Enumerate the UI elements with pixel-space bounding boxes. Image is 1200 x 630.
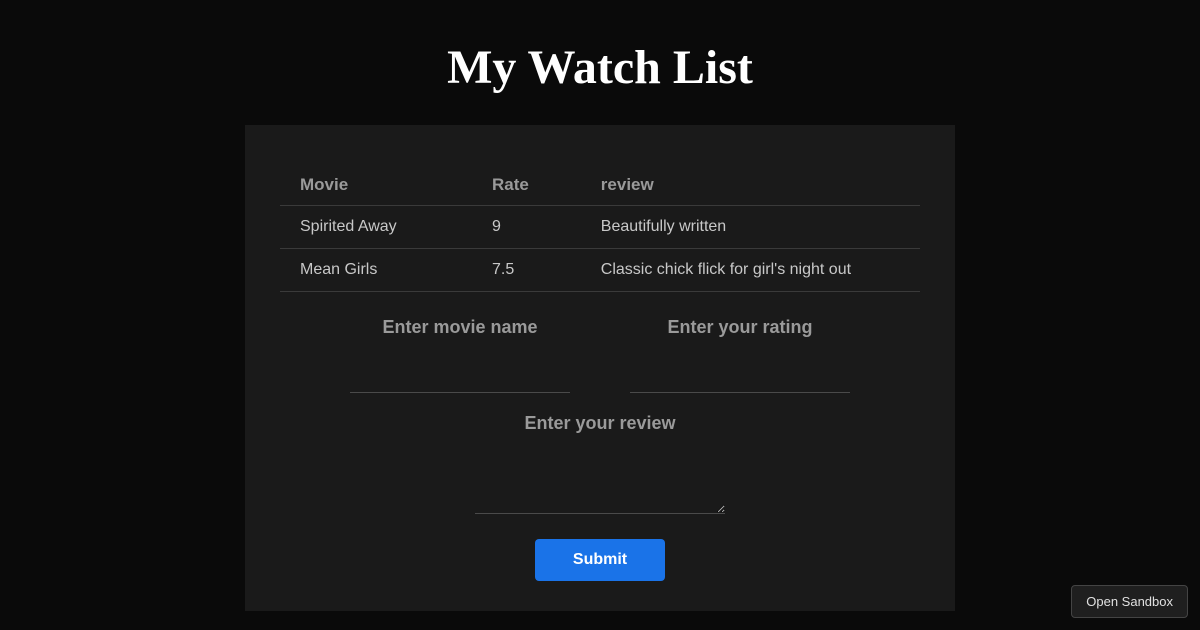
watchlist-card: Movie Rate review Spirited Away 9 Beauti… xyxy=(245,125,955,611)
header-review: review xyxy=(581,165,920,206)
add-movie-form: Enter movie name Enter your rating Enter… xyxy=(280,317,920,581)
cell-rate: 9 xyxy=(472,206,581,249)
movie-name-input[interactable] xyxy=(350,363,570,393)
cell-review: Classic chick flick for girl's night out xyxy=(581,249,920,292)
table-row: Spirited Away 9 Beautifully written xyxy=(280,206,920,249)
cell-movie: Mean Girls xyxy=(280,249,472,292)
page-title: My Watch List xyxy=(0,0,1200,125)
cell-rate: 7.5 xyxy=(472,249,581,292)
table-row: Mean Girls 7.5 Classic chick flick for g… xyxy=(280,249,920,292)
cell-movie: Spirited Away xyxy=(280,206,472,249)
movies-table: Movie Rate review Spirited Away 9 Beauti… xyxy=(280,165,920,292)
cell-review: Beautifully written xyxy=(581,206,920,249)
review-textarea[interactable] xyxy=(475,459,725,514)
header-movie: Movie xyxy=(280,165,472,206)
submit-button[interactable]: Submit xyxy=(535,539,665,581)
rating-input[interactable] xyxy=(630,363,850,393)
header-rate: Rate xyxy=(472,165,581,206)
open-sandbox-button[interactable]: Open Sandbox xyxy=(1071,585,1188,618)
movie-name-label: Enter movie name xyxy=(382,317,537,338)
rating-label: Enter your rating xyxy=(667,317,812,338)
review-label: Enter your review xyxy=(524,413,675,434)
